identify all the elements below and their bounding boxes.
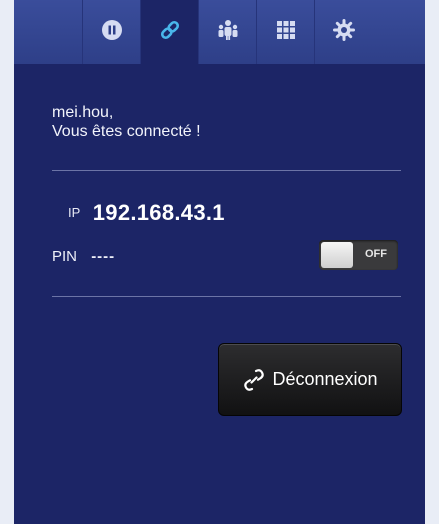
grid-icon [276, 20, 296, 45]
greeting-message: Vous êtes connecté ! [52, 123, 201, 140]
pin-label: PIN [52, 248, 78, 265]
connection-panel: mei.hou, Vous êtes connecté ! IP 192.168… [14, 0, 425, 524]
pin-toggle[interactable]: OFF [319, 240, 398, 270]
greeting-user: mei.hou, [52, 104, 114, 121]
disconnect-button[interactable]: Déconnexion [218, 343, 402, 416]
toolbar-button-users[interactable] [198, 0, 256, 64]
ip-label: IP [68, 205, 81, 220]
ip-value: 192.168.43.1 [92, 200, 225, 225]
pause-circle-icon [101, 19, 123, 46]
toggle-knob [321, 242, 353, 268]
users-icon [216, 18, 240, 47]
toolbar-button-grid[interactable] [256, 0, 314, 64]
toolbar-button-pause[interactable] [82, 0, 140, 64]
greeting: mei.hou, Vous êtes connecté ! [52, 103, 201, 141]
toolbar-button-settings[interactable] [314, 0, 373, 64]
link-icon [242, 367, 266, 393]
pin-row: PIN ---- [52, 248, 115, 265]
toggle-state: OFF [365, 248, 387, 260]
ip-row: IP 192.168.43.1 [68, 200, 225, 226]
link-icon [158, 18, 182, 47]
divider-top [52, 170, 401, 171]
toolbar [14, 0, 425, 64]
pin-value: ---- [91, 248, 116, 265]
gear-icon [333, 18, 355, 46]
disconnect-label: Déconnexion [272, 369, 378, 389]
toolbar-button-link[interactable] [140, 0, 198, 64]
divider-bottom [52, 296, 401, 297]
